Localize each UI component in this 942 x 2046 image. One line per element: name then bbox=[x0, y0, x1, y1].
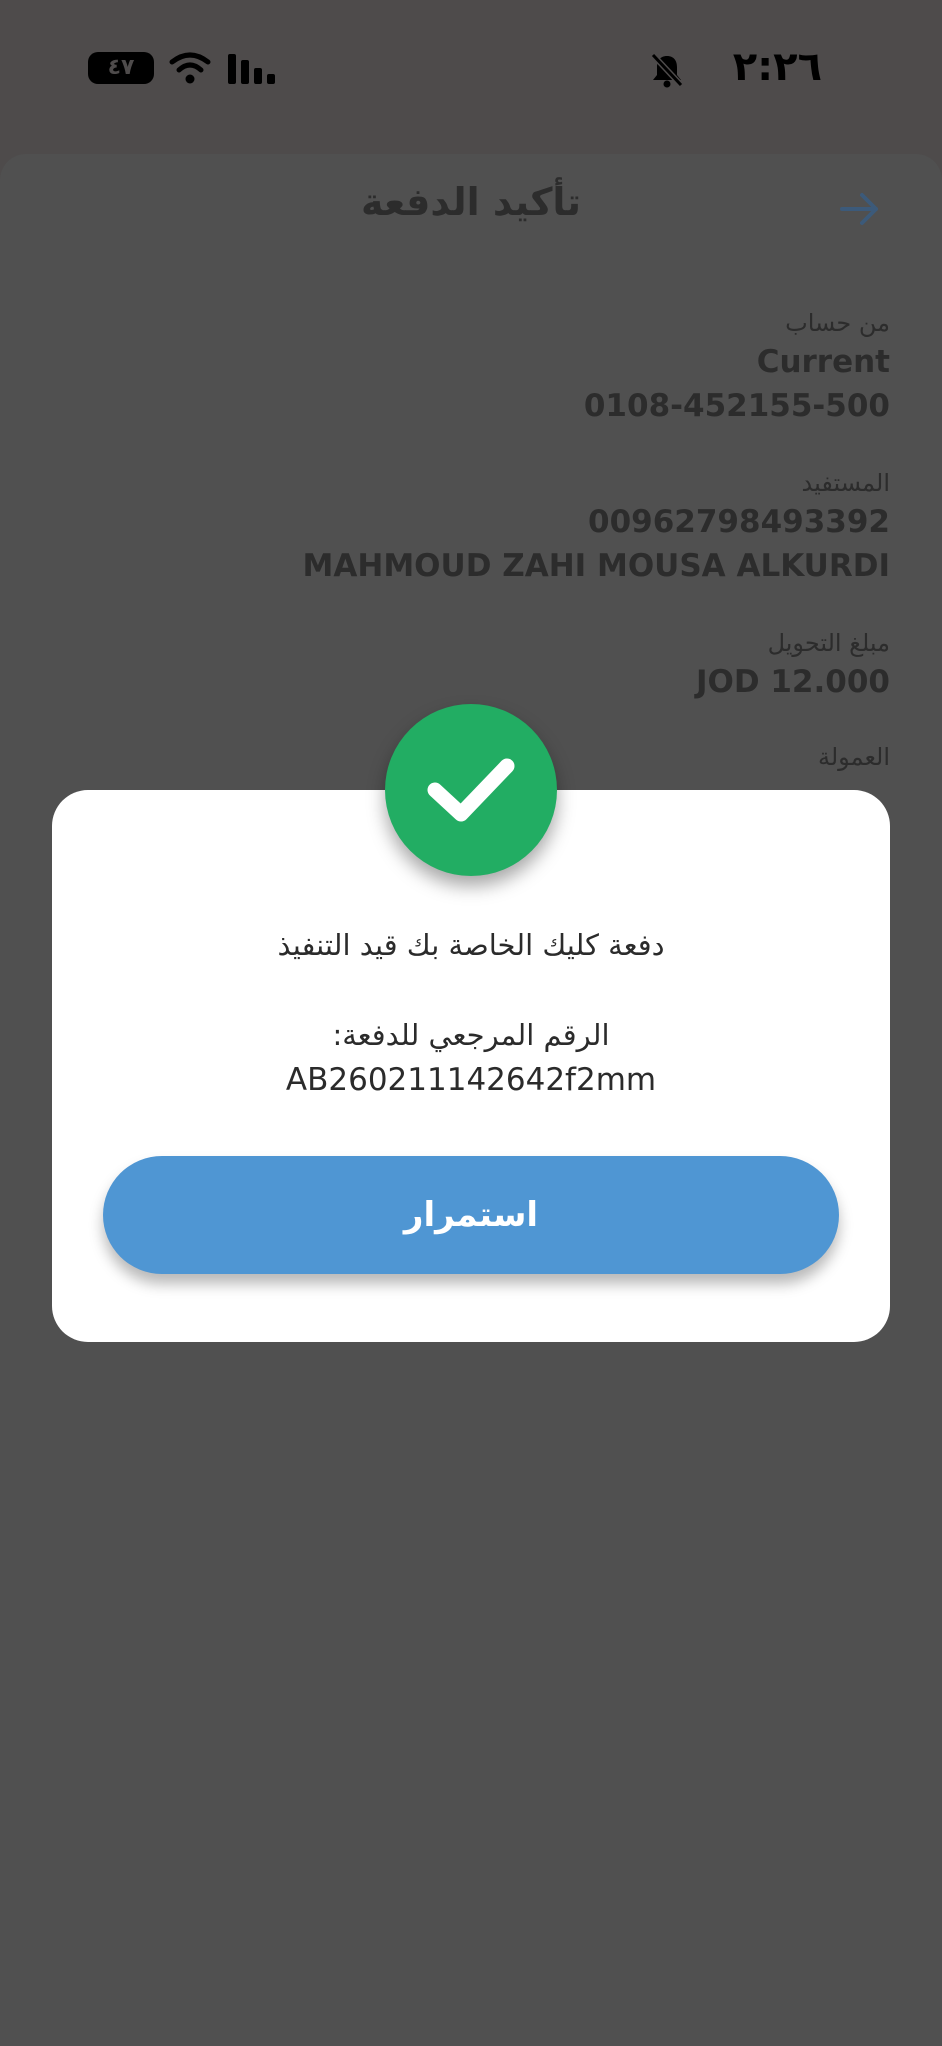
detail-label: من حساب bbox=[785, 309, 890, 337]
dialog-message: دفعة كليك الخاصة بك قيد التنفيذ bbox=[277, 928, 665, 962]
bell-off-icon bbox=[650, 52, 684, 88]
status-bar: ٤٧ ٢:٢٦ bbox=[0, 0, 942, 140]
transfer-amount-detail: مبلغ التحويل JOD 12.000 bbox=[696, 626, 890, 704]
page-title: تأكيد الدفعة bbox=[361, 180, 581, 224]
continue-button[interactable]: استمرار bbox=[103, 1156, 839, 1274]
battery-icon: ٤٧ bbox=[88, 52, 154, 84]
beneficiary-phone: 00962798493392 bbox=[588, 504, 890, 540]
detail-label: العمولة bbox=[817, 743, 890, 771]
beneficiary-name: MAHMOUD ZAHI MOUSA ALKURDI bbox=[302, 548, 890, 584]
wifi-icon bbox=[169, 52, 211, 84]
signal-icon bbox=[228, 54, 275, 84]
success-badge bbox=[385, 704, 557, 876]
checkmark-icon bbox=[427, 758, 515, 822]
beneficiary-detail: المستفيد 00962798493392 MAHMOUD ZAHI MOU… bbox=[303, 466, 890, 588]
account-number: 0108-452155-500 bbox=[583, 388, 890, 424]
reference-label: الرقم المرجعي للدفعة: bbox=[332, 1018, 610, 1052]
status-time: ٢:٢٦ bbox=[732, 44, 822, 90]
transfer-amount: JOD 12.000 bbox=[695, 664, 890, 700]
fee-detail: العمولة bbox=[818, 740, 890, 774]
from-account-detail: من حساب Current 0108-452155-500 bbox=[584, 306, 890, 428]
reference-value: AB260211142642f2mm bbox=[285, 1062, 657, 1098]
account-type: Current bbox=[756, 344, 890, 380]
detail-label: المستفيد bbox=[801, 469, 891, 497]
detail-label: مبلغ التحويل bbox=[767, 629, 890, 657]
